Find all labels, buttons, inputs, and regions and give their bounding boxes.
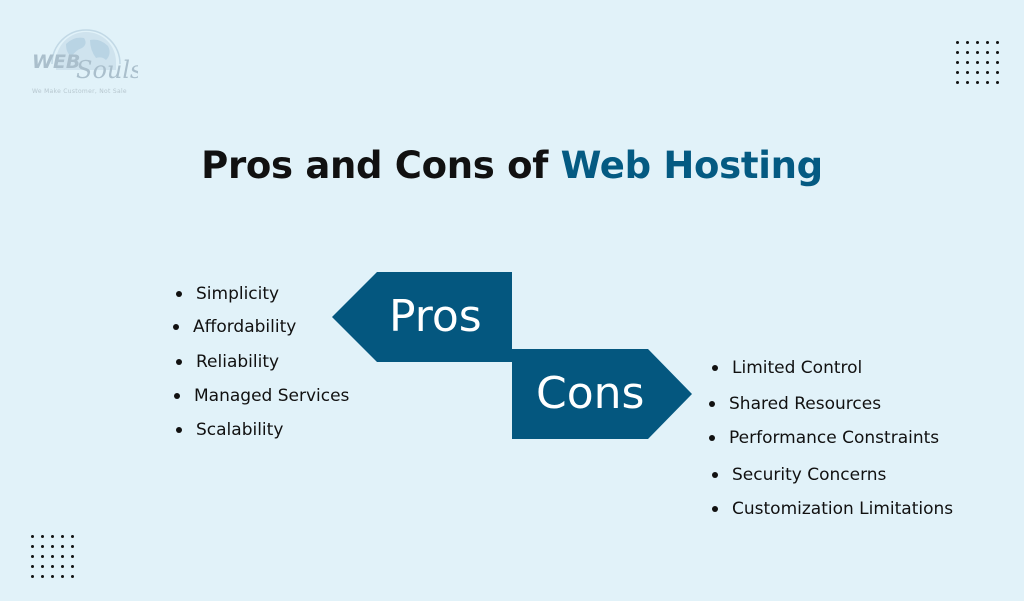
cons-item-text: Security Concerns [732,465,887,485]
pros-list-item: Scalability [176,420,283,440]
cons-list-item: Security Concerns [712,465,886,485]
pros-list-item: Simplicity [176,284,279,304]
bullet-icon [176,291,182,297]
cons-item-text: Customization Limitations [732,499,954,519]
pros-item-text: Reliability [196,352,280,372]
pros-item-text: Managed Services [194,386,350,406]
bullet-icon [712,472,718,478]
bullet-icon [709,401,715,407]
bullet-icon [174,393,180,399]
bullet-icon [712,506,718,512]
cons-list-item: Limited Control [712,358,862,378]
bullet-icon [712,365,718,371]
bullet-icon [176,359,182,365]
cons-item-text: Limited Control [732,358,863,378]
bullet-icon [176,427,182,433]
cons-label: Cons [536,368,645,419]
pros-list-item: Managed Services [174,386,349,406]
cons-list-item: Performance Constraints [709,428,939,448]
pros-item-text: Simplicity [196,284,280,304]
pros-item-text: Affordability [193,317,297,337]
pros-item-text: Scalability [196,420,284,440]
bullet-icon [173,324,179,330]
cons-item-text: Shared Resources [729,394,882,414]
pros-list-item: Reliability [176,352,279,372]
cons-list-item: Shared Resources [709,394,881,414]
pros-list-item: Affordability [173,317,296,337]
bullet-icon [709,435,715,441]
pros-label: Pros [389,291,482,342]
cons-list-item: Customization Limitations [712,499,953,519]
cons-item-text: Performance Constraints [729,428,940,448]
